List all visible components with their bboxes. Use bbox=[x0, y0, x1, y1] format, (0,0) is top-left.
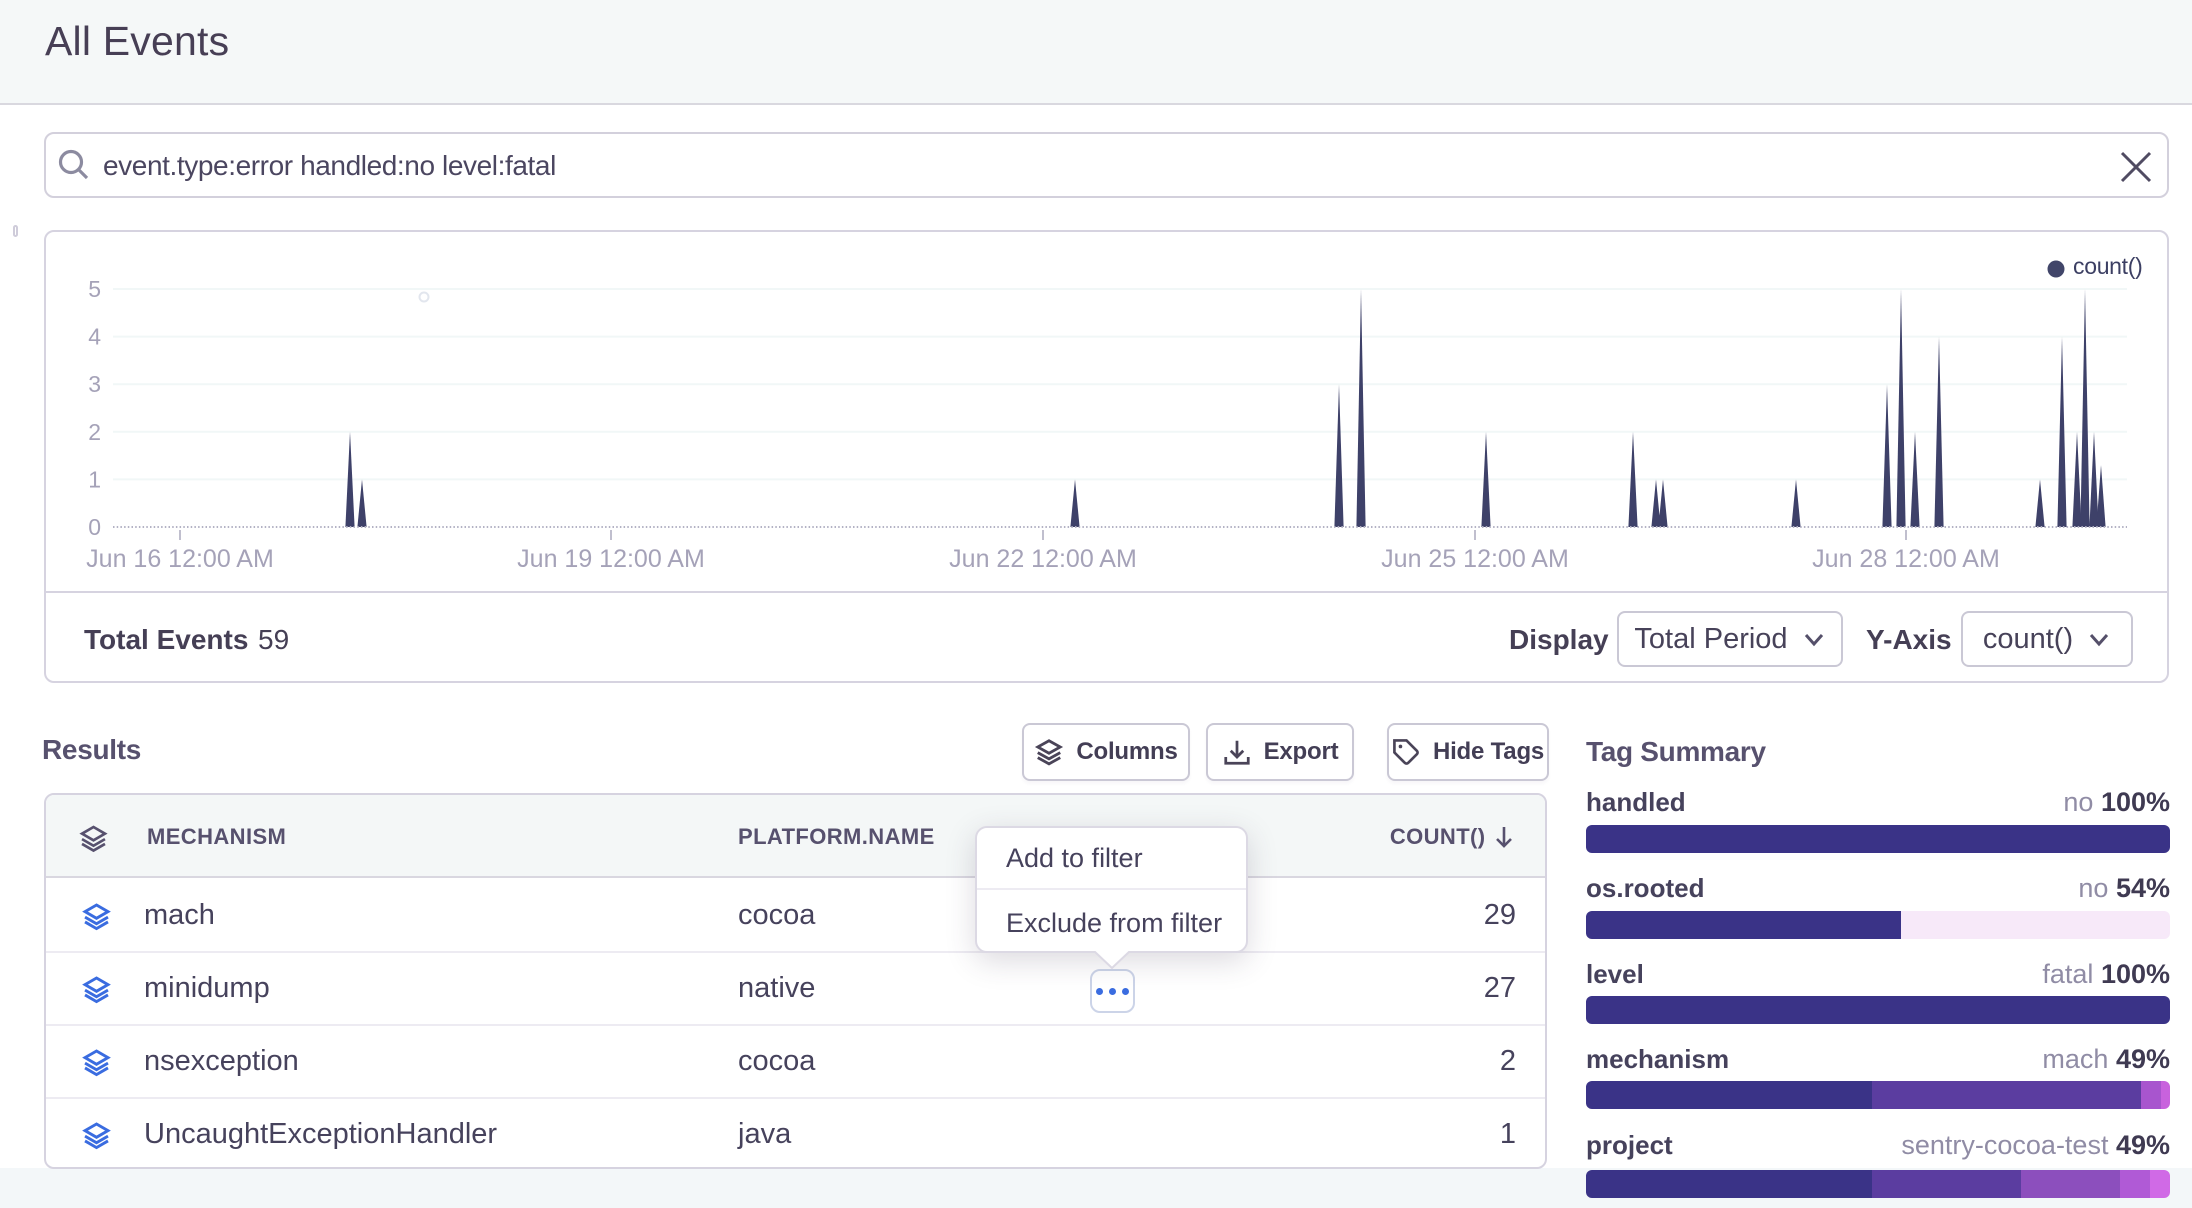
svg-text:5: 5 bbox=[88, 276, 101, 302]
svg-text:Jun 28 12:00 AM: Jun 28 12:00 AM bbox=[1812, 545, 2000, 573]
svg-text:Jun 22 12:00 AM: Jun 22 12:00 AM bbox=[949, 545, 1137, 573]
svg-text:0: 0 bbox=[88, 514, 101, 540]
svg-text:Jun 25 12:00 AM: Jun 25 12:00 AM bbox=[1381, 545, 1569, 573]
svg-text:2: 2 bbox=[88, 419, 101, 445]
svg-text:4: 4 bbox=[88, 324, 101, 350]
svg-text:1: 1 bbox=[88, 466, 101, 492]
svg-text:3: 3 bbox=[88, 371, 101, 397]
svg-text:Jun 16 12:00 AM: Jun 16 12:00 AM bbox=[86, 545, 274, 573]
svg-text:Jun 19 12:00 AM: Jun 19 12:00 AM bbox=[517, 545, 705, 573]
svg-text:count(): count() bbox=[2073, 253, 2142, 279]
